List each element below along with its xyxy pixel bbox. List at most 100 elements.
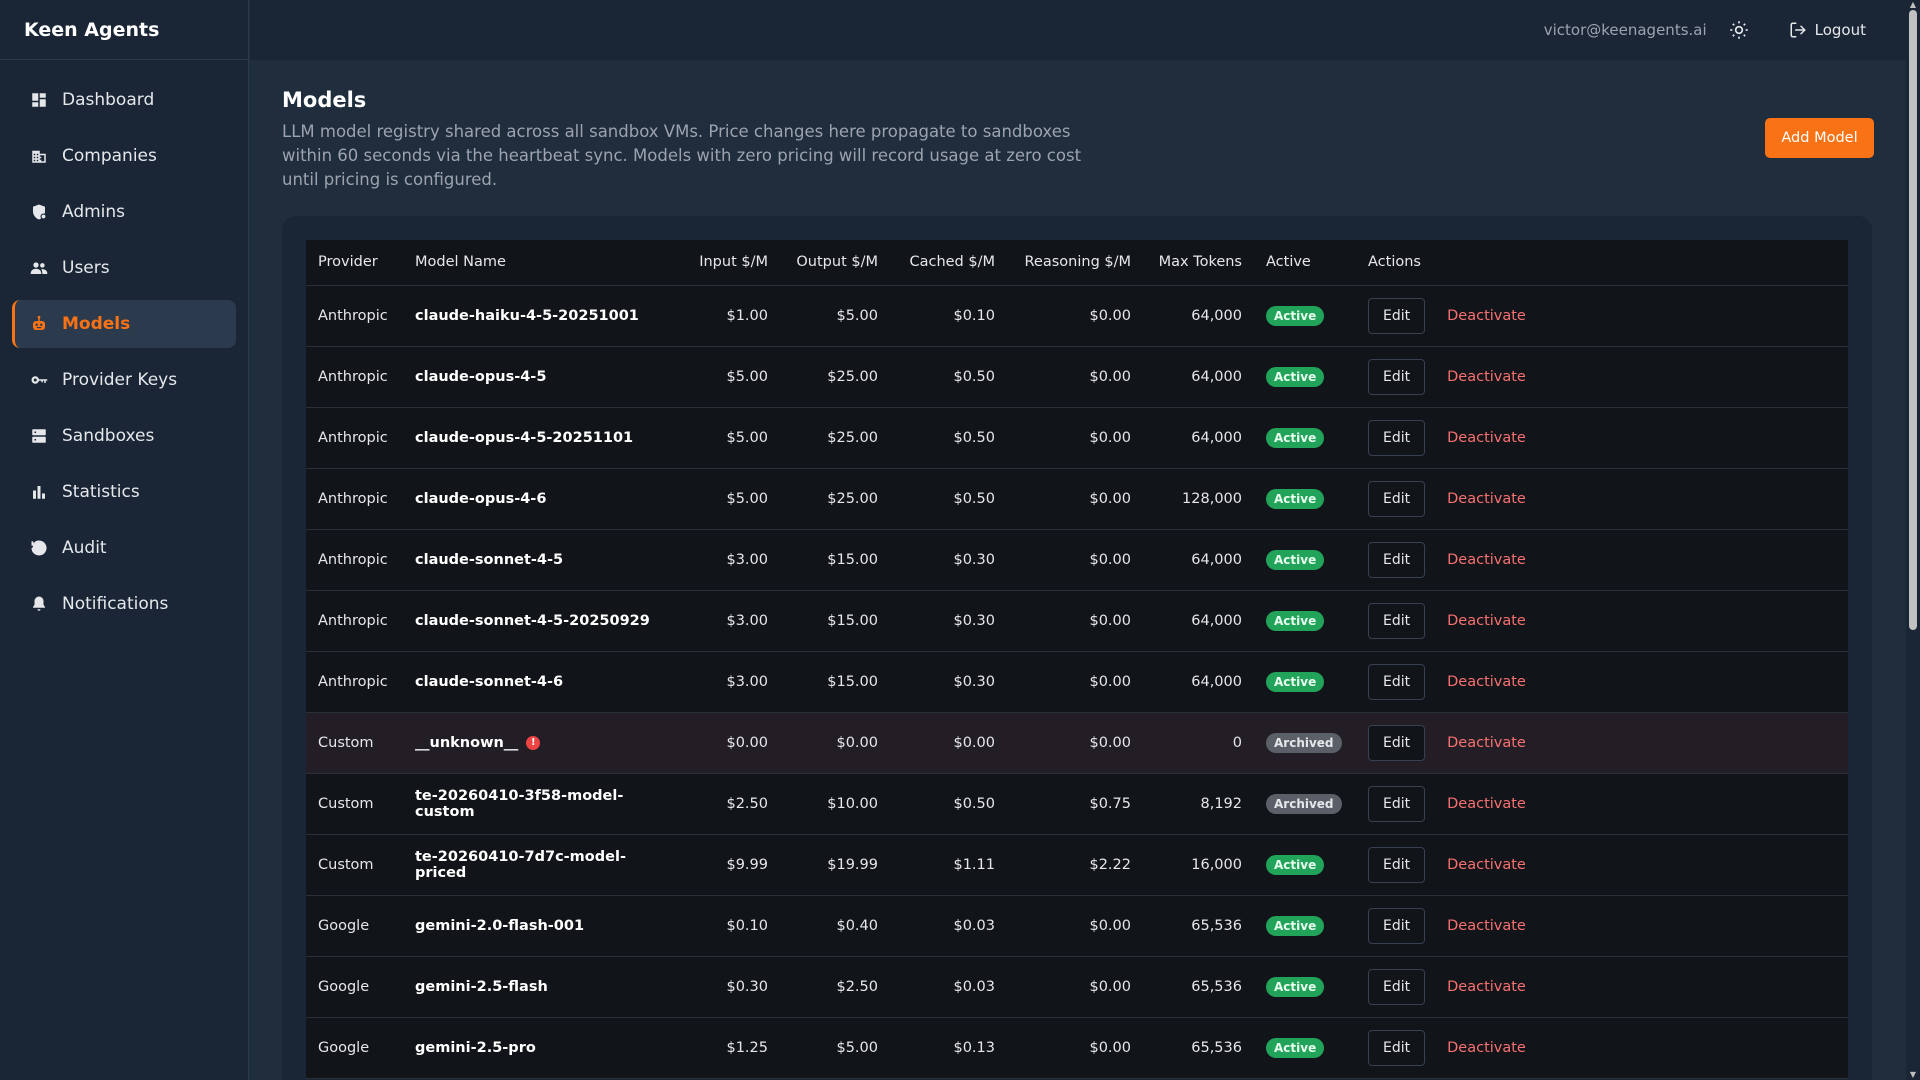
theme-toggle-button[interactable] bbox=[1729, 20, 1749, 40]
model-name-cell: claude-sonnet-4-6 bbox=[403, 651, 680, 713]
status-badge: Active bbox=[1266, 976, 1325, 997]
reasoning-price-cell: $0.00 bbox=[1007, 468, 1143, 530]
max-tokens-cell-text: 65,536 bbox=[1191, 917, 1242, 934]
input-price-cell: $9.99 bbox=[680, 834, 780, 896]
status-badge: Active bbox=[1266, 671, 1325, 692]
edit-button[interactable]: Edit bbox=[1368, 297, 1426, 334]
input-price-cell-text: $3.00 bbox=[726, 673, 768, 690]
status-badge: Archived bbox=[1266, 732, 1342, 753]
admin-shield-icon bbox=[30, 203, 48, 221]
edit-button[interactable]: Edit bbox=[1368, 846, 1426, 883]
deactivate-link[interactable]: Deactivate bbox=[1447, 491, 1526, 507]
page-scrollbar[interactable]: ▲ ▼ bbox=[1906, 0, 1920, 1080]
page-title: Models bbox=[282, 88, 367, 112]
deactivate-link[interactable]: Deactivate bbox=[1447, 857, 1526, 873]
sidebar-nav: Dashboard Companies Admins Users Models Provi… bbox=[0, 60, 248, 628]
input-price-cell: $0.30 bbox=[680, 956, 780, 1018]
cached-price-cell: $0.10 bbox=[890, 285, 1007, 347]
logout-label: Logout bbox=[1814, 21, 1866, 39]
deactivate-link[interactable]: Deactivate bbox=[1447, 369, 1526, 385]
deactivate-link[interactable]: Deactivate bbox=[1447, 979, 1526, 995]
edit-button[interactable]: Edit bbox=[1368, 358, 1426, 395]
model-name-cell: __unknown__! bbox=[403, 712, 680, 774]
edit-button[interactable]: Edit bbox=[1368, 907, 1426, 944]
add-model-button[interactable]: Add Model bbox=[1765, 118, 1874, 158]
status-cell: Active bbox=[1254, 529, 1356, 591]
sidebar-item-label: Sandboxes bbox=[62, 426, 155, 446]
scrollbar-thumb[interactable] bbox=[1909, 10, 1917, 630]
provider-cell-text: Anthropic bbox=[318, 612, 388, 629]
building-icon bbox=[30, 147, 48, 165]
output-price-cell: $0.00 bbox=[780, 712, 890, 774]
sidebar-item-statistics[interactable]: Statistics bbox=[12, 468, 236, 516]
deactivate-link[interactable]: Deactivate bbox=[1447, 674, 1526, 690]
deactivate-link[interactable]: Deactivate bbox=[1447, 735, 1526, 751]
actions-cell: Edit Deactivate bbox=[1356, 956, 1848, 1018]
reasoning-price-cell: $0.75 bbox=[1007, 773, 1143, 835]
provider-cell-text: Anthropic bbox=[318, 551, 388, 568]
output-price-cell-text: $0.40 bbox=[836, 917, 878, 934]
sidebar-item-companies[interactable]: Companies bbox=[12, 132, 236, 180]
max-tokens-cell: 0 bbox=[1143, 712, 1254, 774]
output-price-cell-text: $25.00 bbox=[827, 429, 878, 446]
sidebar-item-models[interactable]: Models bbox=[12, 300, 236, 348]
model-name-cell-text: te-20260410-7d7c-model-priced bbox=[415, 848, 626, 881]
max-tokens-cell: 65,536 bbox=[1143, 1017, 1254, 1079]
column-header-active: Active bbox=[1254, 240, 1356, 286]
model-name-cell: claude-sonnet-4-5-20250929 bbox=[403, 590, 680, 652]
edit-button[interactable]: Edit bbox=[1368, 724, 1426, 761]
status-badge: Active bbox=[1266, 427, 1325, 448]
actions-cell: Edit Deactivate bbox=[1356, 712, 1848, 774]
output-price-cell: $5.00 bbox=[780, 1017, 890, 1079]
edit-button[interactable]: Edit bbox=[1368, 602, 1426, 639]
edit-button[interactable]: Edit bbox=[1368, 480, 1426, 517]
sidebar-item-sandboxes[interactable]: Sandboxes bbox=[12, 412, 236, 460]
actions-cell: Edit Deactivate bbox=[1356, 468, 1848, 530]
sidebar-item-users[interactable]: Users bbox=[12, 244, 236, 292]
scroll-down-arrow-icon[interactable]: ▼ bbox=[1909, 1071, 1917, 1079]
edit-button[interactable]: Edit bbox=[1368, 1029, 1426, 1066]
reasoning-price-cell: $0.00 bbox=[1007, 1017, 1143, 1079]
provider-cell-text: Google bbox=[318, 978, 370, 995]
edit-button[interactable]: Edit bbox=[1368, 541, 1426, 578]
sidebar-item-label: Statistics bbox=[62, 482, 140, 502]
deactivate-link[interactable]: Deactivate bbox=[1447, 1040, 1526, 1056]
deactivate-link[interactable]: Deactivate bbox=[1447, 430, 1526, 446]
table-row: Anthropic claude-haiku-4-5-20251001 $1.00 $… bbox=[306, 285, 1848, 347]
sidebar-item-admins[interactable]: Admins bbox=[12, 188, 236, 236]
deactivate-link[interactable]: Deactivate bbox=[1447, 918, 1526, 934]
models-table: Provider Model Name Input $/M Output $/M… bbox=[306, 240, 1848, 1079]
edit-button[interactable]: Edit bbox=[1368, 419, 1426, 456]
cached-price-cell: $0.50 bbox=[890, 773, 1007, 835]
deactivate-link[interactable]: Deactivate bbox=[1447, 613, 1526, 629]
deactivate-link[interactable]: Deactivate bbox=[1447, 796, 1526, 812]
input-price-cell-text: $5.00 bbox=[726, 490, 768, 507]
scroll-up-arrow-icon[interactable]: ▲ bbox=[1909, 1, 1917, 9]
sidebar-item-audit[interactable]: Audit bbox=[12, 524, 236, 572]
sidebar-item-dashboard[interactable]: Dashboard bbox=[12, 76, 236, 124]
max-tokens-cell: 64,000 bbox=[1143, 285, 1254, 347]
reasoning-price-cell-text: $2.22 bbox=[1089, 856, 1131, 873]
cached-price-cell-text: $0.30 bbox=[953, 673, 995, 690]
output-price-cell-text: $10.00 bbox=[827, 795, 878, 812]
input-price-cell: $1.25 bbox=[680, 1017, 780, 1079]
table-row: Google gemini-2.5-pro $1.25 $5.00 $0.13 $0.00… bbox=[306, 1017, 1848, 1079]
edit-button[interactable]: Edit bbox=[1368, 785, 1426, 822]
edit-button[interactable]: Edit bbox=[1368, 968, 1426, 1005]
model-name-cell-text: claude-sonnet-4-6 bbox=[415, 673, 564, 690]
edit-button[interactable]: Edit bbox=[1368, 663, 1426, 700]
deactivate-link[interactable]: Deactivate bbox=[1447, 552, 1526, 568]
provider-cell-text: Custom bbox=[318, 795, 374, 812]
logout-button[interactable]: Logout bbox=[1789, 21, 1866, 39]
actions-cell: Edit Deactivate bbox=[1356, 407, 1848, 469]
deactivate-link[interactable]: Deactivate bbox=[1447, 308, 1526, 324]
actions-cell: Edit Deactivate bbox=[1356, 529, 1848, 591]
cached-price-cell: $0.30 bbox=[890, 590, 1007, 652]
model-name-cell-text: __unknown__ bbox=[415, 734, 519, 751]
sidebar-item-notifications[interactable]: Notifications bbox=[12, 580, 236, 628]
model-name-cell: claude-opus-4-6 bbox=[403, 468, 680, 530]
sidebar-item-label: Dashboard bbox=[62, 90, 155, 110]
sidebar-item-provider-keys[interactable]: Provider Keys bbox=[12, 356, 236, 404]
provider-cell-text: Google bbox=[318, 917, 370, 934]
reasoning-price-cell: $0.00 bbox=[1007, 346, 1143, 408]
